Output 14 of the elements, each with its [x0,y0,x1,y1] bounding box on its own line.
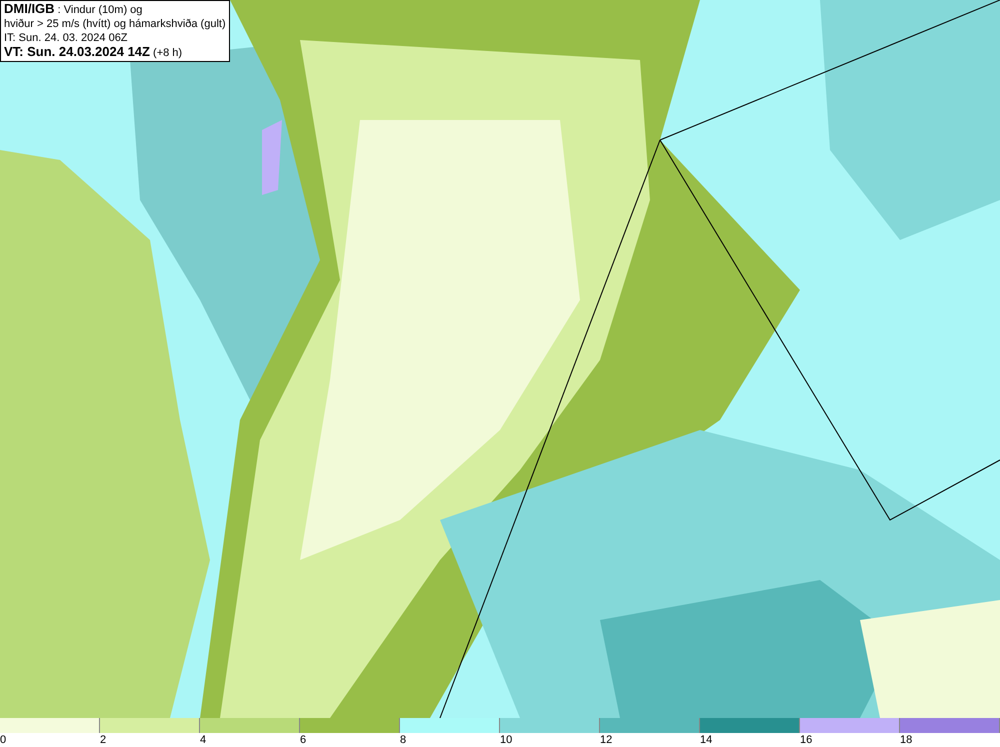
legend-label: 12 [600,733,612,747]
info-line: DMI/IGB : Vindur (10m) og [4,2,144,17]
legend-label: 2 [100,733,106,747]
legend-label: 18 [900,733,912,747]
legend-label: 4 [200,733,206,747]
legend-label: 10 [500,733,512,747]
legend-label: 6 [300,733,306,747]
legend-label: 0 [0,733,6,747]
info-line: VT: Sun. 24.03.2024 14Z (+8 h) [4,45,184,60]
legend-label: 16 [800,733,812,747]
legend-label: 14 [700,733,712,747]
info-line: hviður > 25 m/s (hvítt) og hámarkshviða (gult) [4,17,226,31]
info-line: IT: Sun. 24. 03. 2024 06Z [4,31,129,45]
legend-label: 8 [400,733,406,747]
